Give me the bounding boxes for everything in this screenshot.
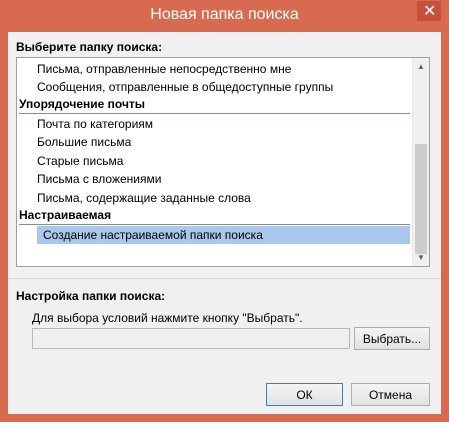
divider	[8, 278, 441, 279]
group-header: Упорядочение почты	[19, 95, 410, 114]
close-icon: ✕	[423, 3, 437, 20]
list-item-selected[interactable]: Создание настраиваемой папки поиска	[37, 226, 410, 244]
scroll-up-icon[interactable]: ▲	[413, 58, 429, 75]
list-item[interactable]: Почта по категориям	[37, 115, 153, 133]
dialog-window: Новая папка поиска ✕ Выберите папку поис…	[0, 0, 449, 422]
cancel-button[interactable]: Отмена	[351, 383, 430, 406]
criteria-field	[32, 328, 350, 349]
vertical-scrollbar[interactable]: ▲ ▼	[412, 58, 429, 266]
group-header: Настраиваемая	[19, 206, 410, 225]
select-folder-label: Выберите папку поиска:	[16, 40, 163, 54]
dialog-body: Выберите папку поиска: Письма, отправлен…	[8, 32, 441, 414]
list-item[interactable]: Письма с вложениями	[37, 170, 161, 188]
settings-hint: Для выбора условий нажмите кнопку "Выбра…	[32, 311, 303, 325]
browse-button[interactable]: Выбрать...	[354, 327, 430, 350]
title-bar[interactable]: Новая папка поиска ✕	[0, 0, 449, 32]
scrollbar-thumb[interactable]	[415, 144, 427, 254]
list-content: Письма, отправленные непосредственно мне…	[17, 58, 412, 266]
list-item[interactable]: Старые письма	[37, 152, 123, 170]
list-item[interactable]: Большие письма	[37, 133, 131, 151]
settings-label: Настройка папки поиска:	[16, 289, 166, 303]
search-folder-list[interactable]: Письма, отправленные непосредственно мне…	[16, 57, 430, 267]
list-item[interactable]: Письма, содержащие заданные слова	[37, 189, 251, 207]
scroll-down-icon[interactable]: ▼	[413, 249, 429, 266]
dialog-title: Новая папка поиска	[150, 6, 299, 23]
list-item[interactable]: Сообщения, отправленные в общедоступные …	[37, 78, 333, 96]
ok-button[interactable]: ОК	[266, 383, 343, 406]
close-button[interactable]: ✕	[417, 1, 441, 21]
list-item[interactable]: Письма, отправленные непосредственно мне	[37, 60, 291, 78]
